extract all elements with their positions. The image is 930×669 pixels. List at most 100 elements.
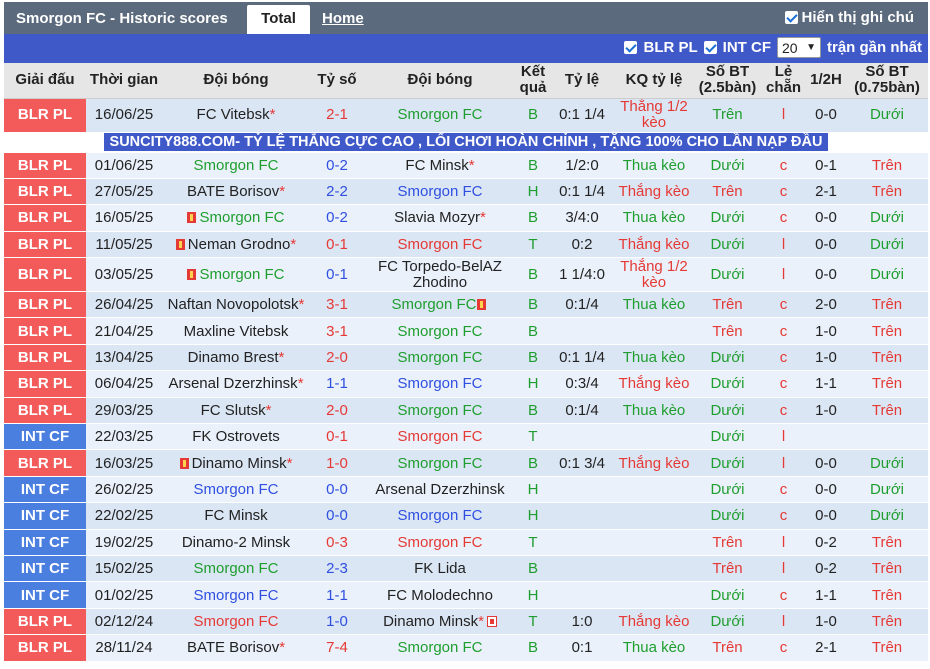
- tab-total[interactable]: Total: [247, 5, 310, 34]
- home-team-cell[interactable]: Neman Grodno*: [162, 231, 310, 259]
- away-team-cell[interactable]: FC Minsk*: [364, 152, 516, 179]
- away-team-cell[interactable]: FC Torpedo-BelAZ Zhodino: [364, 257, 516, 293]
- league-badge: BLR PL: [4, 370, 86, 398]
- table-row[interactable]: INT CF 19/02/25 Dinamo-2 Minsk 0-3 Smorgon F…: [4, 529, 928, 556]
- home-team-cell[interactable]: FK Ostrovets: [162, 423, 310, 451]
- away-team-cell[interactable]: Smorgon FC: [364, 529, 516, 556]
- table-row[interactable]: INT CF 15/02/25 Smorgon FC 2-3 FK Lida B Trên l…: [4, 555, 928, 583]
- away-team-cell[interactable]: Smorgon FC: [364, 449, 516, 477]
- home-team-cell[interactable]: BATE Borisov*: [162, 178, 310, 206]
- home-team-cell[interactable]: Smorgon FC: [162, 555, 310, 583]
- away-team-cell[interactable]: Smorgon FC: [364, 502, 516, 530]
- away-team-name: FC Molodechno: [387, 586, 493, 604]
- table-row[interactable]: INT CF 01/02/25 Smorgon FC 1-1 FC Molodechno…: [4, 581, 928, 609]
- over-under-25: Dưới: [694, 608, 761, 636]
- table-row[interactable]: BLR PL 16/03/25 Dinamo Minsk* 1-0 Smorgon FC…: [4, 449, 928, 477]
- star-icon: *: [478, 612, 484, 630]
- table-row[interactable]: BLR PL 28/11/24 BATE Borisov* 7-4 Smorgon FC…: [4, 634, 928, 662]
- away-team-cell[interactable]: Arsenal Dzerzhinsk: [364, 476, 516, 504]
- table-row[interactable]: BLR PL 06/04/25 Arsenal Dzerzhinsk* 1-1 Smor…: [4, 370, 928, 398]
- away-team-cell[interactable]: Smorgon FC: [364, 317, 516, 345]
- league-badge: INT CF: [4, 529, 86, 556]
- ad-cell[interactable]: SUNCITY888.COM- TỶ LỆ THẮNG CỰC CAO , LỐ…: [4, 132, 928, 153]
- tab-home[interactable]: Home: [322, 10, 364, 27]
- table-row[interactable]: INT CF 26/02/25 Smorgon FC 0-0 Arsenal Dzerz…: [4, 476, 928, 504]
- handicap-odds: 0:1/4: [550, 397, 614, 425]
- table-row[interactable]: BLR PL 02/12/24 Smorgon FC 1-0 Dinamo Minsk*…: [4, 608, 928, 636]
- home-team-cell[interactable]: Smorgon FC: [162, 204, 310, 232]
- table-row[interactable]: BLR PL 03/05/25 Smorgon FC 0-1 FC Torpedo-Be…: [4, 257, 928, 293]
- away-team-cell[interactable]: Smorgon FC: [364, 370, 516, 398]
- table-row[interactable]: INT CF 22/03/25 FK Ostrovets 0-1 Smorgon FC T…: [4, 423, 928, 451]
- table-row[interactable]: BLR PL 26/04/25 Naftan Novopolotsk* 3-1 Smor…: [4, 291, 928, 319]
- checkbox-icon[interactable]: [784, 11, 798, 24]
- over-under-075: Trên: [846, 370, 928, 398]
- table-row[interactable]: BLR PL 21/04/25 Maxline Vitebsk 3-1 Smorgon …: [4, 317, 928, 345]
- home-team-cell[interactable]: Naftan Novopolotsk*: [162, 291, 310, 319]
- away-team-cell[interactable]: FK Lida: [364, 555, 516, 583]
- over-under-075: Dưới: [846, 257, 928, 293]
- home-team-name: Arsenal Dzerzhinsk: [168, 375, 298, 393]
- away-team-cell[interactable]: Smorgon FC: [364, 423, 516, 451]
- half-time-score: 2-1: [806, 178, 846, 206]
- home-team-cell[interactable]: Dinamo Minsk*: [162, 449, 310, 477]
- home-team-cell[interactable]: Smorgon FC: [162, 152, 310, 179]
- match-date: 22/03/25: [86, 423, 162, 451]
- handicap-odds: [550, 581, 614, 609]
- table-row[interactable]: BLR PL 16/06/25 FC Vitebsk* 2-1 Smorgon FC B 0…: [4, 98, 928, 133]
- home-team-cell[interactable]: FC Minsk: [162, 502, 310, 530]
- league-badge: BLR PL: [4, 608, 86, 636]
- home-team-name: Dinamo Brest: [187, 349, 279, 367]
- home-team-cell[interactable]: Dinamo Brest*: [162, 344, 310, 372]
- table-row[interactable]: INT CF 22/02/25 FC Minsk 0-0 Smorgon FC H Dưới…: [4, 502, 928, 530]
- blr-filter-checkbox[interactable]: [624, 41, 638, 54]
- table-row[interactable]: BLR PL 13/04/25 Dinamo Brest* 2-0 Smorgon FC…: [4, 344, 928, 372]
- half-time-score: 0-0: [806, 476, 846, 504]
- column-header: Thời gian: [86, 63, 162, 99]
- home-team-cell[interactable]: Arsenal Dzerzhinsk*: [162, 370, 310, 398]
- home-team-cell[interactable]: Maxline Vitebsk: [162, 317, 310, 345]
- away-team-cell[interactable]: Smorgon FC: [364, 178, 516, 206]
- show-notes-toggle[interactable]: Hiển thị ghi chú: [784, 9, 914, 26]
- away-team-cell[interactable]: Slavia Mozyr*: [364, 204, 516, 232]
- over-under-25: Dưới: [694, 449, 761, 477]
- match-result: T: [516, 423, 550, 451]
- column-header: 1/2H: [806, 63, 846, 99]
- table-row[interactable]: BLR PL 01/06/25 Smorgon FC 0-2 FC Minsk* B 1/2…: [4, 152, 928, 179]
- home-team-cell[interactable]: Dinamo-2 Minsk: [162, 529, 310, 556]
- away-team-name: Smorgon FC: [397, 375, 483, 393]
- blr-filter-label: BLR PL: [643, 39, 698, 56]
- home-team-cell[interactable]: FC Vitebsk*: [162, 98, 310, 133]
- away-team-cell[interactable]: Smorgon FC: [364, 397, 516, 425]
- home-team-cell[interactable]: Smorgon FC: [162, 581, 310, 609]
- home-team-cell[interactable]: Smorgon FC: [162, 476, 310, 504]
- away-team-cell[interactable]: Smorgon FC: [364, 231, 516, 259]
- table-row[interactable]: BLR PL 29/03/25 FC Slutsk* 2-0 Smorgon FC B 0:…: [4, 397, 928, 425]
- over-under-075: Dưới: [846, 98, 928, 133]
- match-date: 15/02/25: [86, 555, 162, 583]
- table-row[interactable]: BLR PL 27/05/25 BATE Borisov* 2-2 Smorgon FC…: [4, 178, 928, 206]
- home-team-cell[interactable]: Smorgon FC: [162, 257, 310, 293]
- half-time-score: [806, 423, 846, 451]
- int-filter-checkbox[interactable]: [703, 41, 717, 54]
- odd-even: l: [761, 529, 806, 556]
- home-team-cell[interactable]: BATE Borisov*: [162, 634, 310, 662]
- away-team-cell[interactable]: Smorgon FC: [364, 344, 516, 372]
- home-team-cell[interactable]: Smorgon FC: [162, 608, 310, 636]
- table-row[interactable]: BLR PL 16/05/25 Smorgon FC 0-2 Slavia Mozyr*…: [4, 204, 928, 232]
- ad-row[interactable]: SUNCITY888.COM- TỶ LỆ THẮNG CỰC CAO , LỐ…: [4, 132, 928, 153]
- away-team-cell[interactable]: Smorgon FC: [364, 634, 516, 662]
- home-team-cell[interactable]: FC Slutsk*: [162, 397, 310, 425]
- handicap-odds: 0:2: [550, 231, 614, 259]
- table-row[interactable]: BLR PL 11/05/25 Neman Grodno* 0-1 Smorgon FC…: [4, 231, 928, 259]
- away-team-cell[interactable]: Dinamo Minsk*: [364, 608, 516, 636]
- match-result: H: [516, 502, 550, 530]
- int-filter-label: INT CF: [722, 39, 771, 56]
- away-team-cell[interactable]: Smorgon FC: [364, 291, 516, 319]
- match-date: 22/02/25: [86, 502, 162, 530]
- handicap-odds: [550, 502, 614, 530]
- away-team-cell[interactable]: Smorgon FC: [364, 98, 516, 133]
- match-result: H: [516, 581, 550, 609]
- away-team-cell[interactable]: FC Molodechno: [364, 581, 516, 609]
- match-count-select[interactable]: 20 ▼: [776, 37, 821, 58]
